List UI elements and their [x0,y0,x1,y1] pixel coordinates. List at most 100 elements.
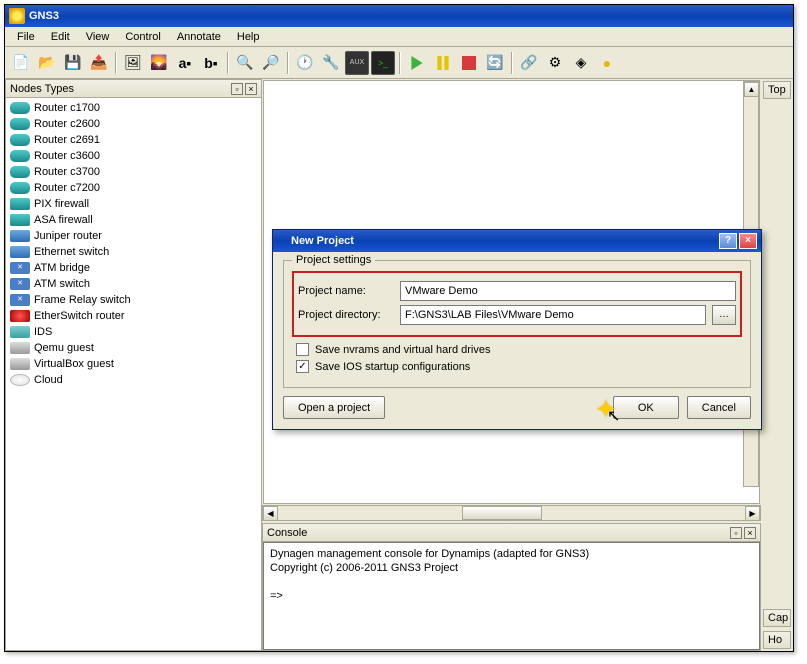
panel-close-icon[interactable]: × [245,83,257,95]
play-icon[interactable] [405,51,429,75]
ok-button[interactable]: OK [613,396,679,419]
node-icon: ✕ [10,294,30,306]
node-item[interactable]: Juniper router [8,228,259,244]
console-header: Console ▫ × [263,524,760,542]
node-item[interactable]: Router c2691 [8,132,259,148]
node-list[interactable]: Router c1700 Router c2600 Router c2691 Rout… [6,98,261,650]
menu-edit[interactable]: Edit [43,29,78,45]
image-icon[interactable]: 🖼 [121,51,145,75]
menu-control[interactable]: Control [117,29,168,45]
dialog-buttons: Open a project OK Cancel [283,396,751,419]
console-title: Console [267,527,307,539]
node-item[interactable]: Qemu guest [8,340,259,356]
zoom-in-icon[interactable]: 🔍 [233,51,257,75]
node-item[interactable]: ✕ Frame Relay switch [8,292,259,308]
node-item[interactable]: Ethernet switch [8,244,259,260]
link-icon[interactable]: 🔗 [517,51,541,75]
project-name-label: Project name: [298,285,394,297]
node-item[interactable]: ASA firewall [8,212,259,228]
text-b-icon[interactable]: b▪ [199,51,223,75]
menu-file[interactable]: File [9,29,43,45]
node-icon [10,166,30,178]
node-item[interactable]: ✕ATM bridge [8,260,259,276]
save-nvrams-row[interactable]: Save nvrams and virtual hard drives [296,343,742,356]
wrench-icon[interactable]: 🔧 [319,51,343,75]
tab-hosts[interactable]: Ho [763,631,791,649]
project-dir-input[interactable] [400,305,706,325]
console-line: Copyright (c) 2006-2011 GNS3 Project [270,561,753,575]
panel-float-icon[interactable]: ▫ [231,83,243,95]
console-float-icon[interactable]: ▫ [730,527,742,539]
dialog-titlebar[interactable]: New Project ? × [273,230,761,252]
save-nvrams-label: Save nvrams and virtual hard drives [315,344,490,356]
tool2-icon[interactable]: ◈ [569,51,593,75]
save-ios-label: Save IOS startup configurations [315,361,470,373]
scroll-left-icon[interactable]: ◀ [263,506,278,521]
close-icon[interactable]: × [739,233,757,249]
node-icon [10,326,30,338]
tool1-icon[interactable]: ⚙ [543,51,567,75]
scrollbar-horizontal[interactable]: ◀ ▶ [262,505,761,521]
saveas-icon[interactable]: 📤 [87,51,111,75]
sun-icon[interactable]: ● [595,51,619,75]
nodes-title: Nodes Types [10,83,74,95]
node-item[interactable]: VirtualBox guest [8,356,259,372]
menu-help[interactable]: Help [229,29,268,45]
node-icon [10,230,30,242]
save-icon[interactable]: 💾 [61,51,85,75]
tab-captures[interactable]: Cap [763,609,791,627]
terminal-icon[interactable]: >_ [371,51,395,75]
node-item[interactable]: Cloud [8,372,259,388]
project-name-input[interactable] [400,281,736,301]
save-ios-row[interactable]: ✓ Save IOS startup configurations [296,360,742,373]
browse-button[interactable]: … [712,305,736,325]
nodes-panel-header: Nodes Types ▫ × [6,80,261,98]
new-icon[interactable]: 📄 [9,51,33,75]
node-label: PIX firewall [34,198,89,210]
text-a-icon[interactable]: a▪ [173,51,197,75]
pause-icon[interactable] [431,51,455,75]
node-label: Router c3600 [34,150,100,162]
zoom-out-icon[interactable]: 🔎 [259,51,283,75]
node-label: EtherSwitch router [34,310,124,322]
node-item[interactable]: Router c1700 [8,100,259,116]
aux-icon[interactable]: AUX [345,51,369,75]
reload-icon[interactable]: 🔄 [483,51,507,75]
scroll-up-icon[interactable]: ▲ [744,82,759,97]
menu-view[interactable]: View [78,29,118,45]
tab-topology[interactable]: Top [763,81,791,99]
cancel-button[interactable]: Cancel [687,396,751,419]
node-item[interactable]: ✕ATM switch [8,276,259,292]
stop-icon[interactable] [457,51,481,75]
snapshot-icon[interactable]: 🌄 [147,51,171,75]
node-icon: ✕ [10,262,30,274]
project-dir-label: Project directory: [298,309,394,321]
open-icon[interactable]: 📂 [35,51,59,75]
node-icon [10,198,30,210]
node-icon [10,150,30,162]
node-item[interactable]: Router c3600 [8,148,259,164]
dialog-title: New Project [291,235,354,247]
menu-annotate[interactable]: Annotate [169,29,229,45]
help-icon[interactable]: ? [719,233,737,249]
node-icon [10,118,30,130]
node-item[interactable]: Router c7200 [8,180,259,196]
node-item[interactable]: IDS [8,324,259,340]
console-line: Dynagen management console for Dynamips … [270,547,753,561]
node-item[interactable]: Router c3700 [8,164,259,180]
save-nvrams-checkbox[interactable] [296,343,309,356]
save-ios-checkbox[interactable]: ✓ [296,360,309,373]
node-label: Frame Relay switch [34,294,131,306]
node-item[interactable]: PIX firewall [8,196,259,212]
console-body[interactable]: Dynagen management console for Dynamips … [263,542,760,650]
right-strip: Top Cap Ho [761,79,793,651]
node-label: Router c2600 [34,118,100,130]
node-item[interactable]: Router c2600 [8,116,259,132]
console-close-icon[interactable]: × [744,527,756,539]
node-icon [10,102,30,114]
open-project-button[interactable]: Open a project [283,396,385,419]
node-item[interactable]: EtherSwitch router [8,308,259,324]
clock-icon[interactable]: 🕐 [293,51,317,75]
scroll-right-icon[interactable]: ▶ [745,506,760,521]
scroll-thumb[interactable] [462,506,542,520]
